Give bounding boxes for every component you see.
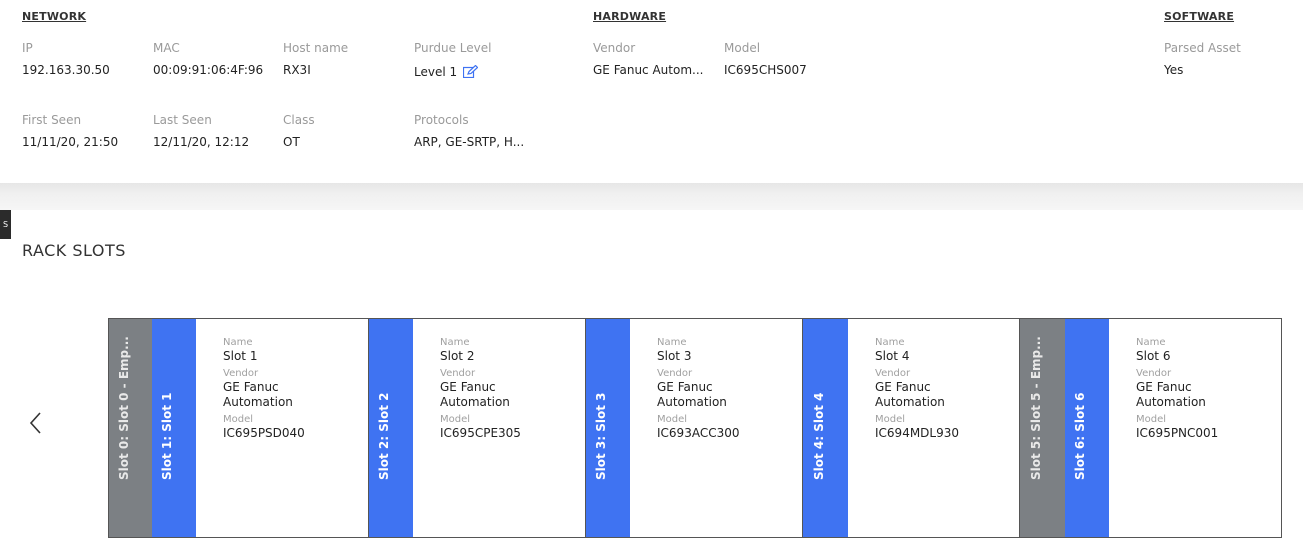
purdue-level-field: Purdue Level Level 1 — [414, 40, 544, 80]
slot-3-vendor-line2: Automation — [657, 395, 727, 409]
first-seen-label: First Seen — [22, 113, 82, 127]
slot-4-name: Slot 4 — [875, 349, 910, 363]
ip-label: IP — [22, 41, 33, 55]
slot-4-strip-label: Slot 4: Slot 4 — [811, 392, 826, 480]
parsed-asset-field: Parsed Asset Yes — [1164, 40, 1294, 78]
slot-0-strip[interactable]: Slot 0: Slot 0 - Emp... — [109, 319, 152, 537]
hw-vendor-field: Vendor GE Fanuc Autom... — [593, 40, 723, 78]
slot-6-model-label: Model — [1136, 414, 1167, 425]
slot-6-name: Slot 6 — [1136, 349, 1171, 363]
slot-2-model: IC695CPE305 — [440, 426, 521, 440]
host-name-field: Host name RX3I — [283, 40, 413, 78]
slot-3-strip-label: Slot 3: Slot 3 — [594, 392, 608, 480]
slot-1-card[interactable]: Name Slot 1 Vendor GE Fanuc Automation M… — [196, 319, 369, 537]
slot-3-card[interactable]: Name Slot 3 Vendor GE Fanuc Automation M… — [630, 319, 803, 537]
purdue-level-value: Level 1 — [414, 65, 458, 79]
asset-info-panel: NETWORK HARDWARE SOFTWARE IP 192.163.30.… — [0, 0, 1303, 183]
slot-4-vendor-line2: Automation — [875, 395, 945, 409]
slot-4-card[interactable]: Name Slot 4 Vendor GE Fanuc Automation M… — [848, 319, 1020, 537]
slot-4-model-label: Model — [875, 414, 906, 425]
slot-0-strip-label: Slot 0: Slot 0 - Emp... — [116, 336, 131, 480]
first-seen-value: 11/11/20, 21:50 — [22, 135, 119, 149]
slot-4-model: IC694MDL930 — [875, 426, 960, 440]
slot-3-vendor-line1: GE Fanuc — [657, 380, 713, 394]
slot-6-vendor-line2: Automation — [1136, 395, 1206, 409]
class-field: Class OT — [283, 112, 413, 150]
section-divider — [0, 183, 1303, 210]
slot-4-strip[interactable]: Slot 4: Slot 4 — [803, 319, 853, 537]
slot-6-card[interactable]: Name Slot 6 Vendor GE Fanuc Automation M… — [1109, 319, 1281, 537]
protocols-label: Protocols — [414, 113, 469, 127]
slot-4-vendor-line1: GE Fanuc — [875, 380, 931, 394]
slot-1-name-label: Name — [223, 337, 253, 348]
slot-2-strip-label: Slot 2: Slot 2 — [377, 392, 391, 480]
last-seen-label: Last Seen — [153, 113, 212, 127]
protocols-value: ARP, GE-SRTP, H... — [414, 135, 525, 149]
hw-model-field: Model IC695CHS007 — [724, 40, 854, 78]
mac-value: 00:09:91:06:4F:96 — [153, 63, 264, 77]
slot-1-strip[interactable]: Slot 1: Slot 1 — [152, 319, 201, 537]
slot-2-vendor-line1: GE Fanuc — [440, 380, 496, 394]
slot-3-strip[interactable]: Slot 3: Slot 3 — [586, 319, 635, 537]
slot-6-strip[interactable]: Slot 6: Slot 6 — [1065, 319, 1114, 537]
slot-2-name: Slot 2 — [440, 349, 475, 363]
parsed-asset-value: Yes — [1164, 63, 1184, 77]
slot-3-model: IC693ACC300 — [657, 426, 740, 440]
slot-1-vendor-line2: Automation — [223, 395, 293, 409]
slot-1-strip-label: Slot 1: Slot 1 — [160, 392, 174, 480]
hw-model-label: Model — [724, 41, 761, 55]
first-seen-field: First Seen 11/11/20, 21:50 — [22, 112, 152, 150]
rack-slots-title: RACK SLOTS — [22, 241, 126, 260]
edit-icon[interactable] — [463, 64, 479, 82]
ip-value: 192.163.30.50 — [22, 63, 110, 77]
slot-1-vendor-line1: GE Fanuc — [223, 380, 279, 394]
slot-4-name-label: Name — [875, 337, 905, 348]
purdue-level-label: Purdue Level — [414, 41, 492, 55]
slot-3-model-label: Model — [657, 414, 688, 425]
slot-2-vendor-label: Vendor — [440, 368, 476, 379]
slot-3-vendor-label: Vendor — [657, 368, 693, 379]
slot-2-name-label: Name — [440, 337, 470, 348]
mac-field: MAC 00:09:91:06:4F:96 — [153, 40, 283, 78]
side-tab[interactable]: S — [0, 210, 11, 239]
class-label: Class — [283, 113, 315, 127]
parsed-asset-label: Parsed Asset — [1164, 41, 1241, 55]
slot-1-model: IC695PSD040 — [223, 426, 305, 440]
slot-2-strip[interactable]: Slot 2: Slot 2 — [369, 319, 418, 537]
host-name-label: Host name — [283, 41, 349, 55]
slot-6-model: IC695PNC001 — [1136, 426, 1219, 440]
network-heading: NETWORK — [22, 10, 87, 23]
slot-2-model-label: Model — [440, 414, 471, 425]
slot-1-vendor-label: Vendor — [223, 368, 259, 379]
slot-1-name: Slot 1 — [223, 349, 258, 363]
protocols-field: Protocols ARP, GE-SRTP, H... — [414, 112, 544, 150]
mac-label: MAC — [153, 41, 180, 55]
slot-4-vendor-label: Vendor — [875, 368, 911, 379]
class-value: OT — [283, 135, 300, 149]
slot-2-card[interactable]: Name Slot 2 Vendor GE Fanuc Automation M… — [413, 319, 586, 537]
slot-3-name-label: Name — [657, 337, 687, 348]
slot-3-name: Slot 3 — [657, 349, 692, 363]
slot-5-strip-label: Slot 5: Slot 5 - Emp... — [1028, 336, 1043, 480]
slot-6-vendor-label: Vendor — [1136, 368, 1172, 379]
slot-1-model-label: Model — [223, 414, 254, 425]
ip-field: IP 192.163.30.50 — [22, 40, 152, 78]
hw-vendor-value: GE Fanuc Autom... — [593, 63, 704, 77]
slot-5-strip[interactable]: Slot 5: Slot 5 - Emp... — [1020, 319, 1065, 537]
hardware-heading: HARDWARE — [593, 10, 667, 23]
hw-vendor-label: Vendor — [593, 41, 636, 55]
purdue-level-row: Level 1 — [414, 64, 544, 80]
slot-6-name-label: Name — [1136, 337, 1166, 348]
last-seen-field: Last Seen 12/11/20, 12:12 — [153, 112, 283, 150]
hw-model-value: IC695CHS007 — [724, 63, 807, 77]
rack-slots-carousel: Slot 0: Slot 0 - Emp... Slot 1: Slot 1 N… — [108, 318, 1282, 538]
host-name-value: RX3I — [283, 63, 311, 77]
slot-2-vendor-line2: Automation — [440, 395, 510, 409]
last-seen-value: 12/11/20, 12:12 — [153, 135, 250, 149]
slot-6-vendor-line1: GE Fanuc — [1136, 380, 1192, 394]
slot-6-strip-label: Slot 6: Slot 6 — [1073, 392, 1087, 480]
software-heading: SOFTWARE — [1164, 10, 1235, 23]
previous-arrow-icon[interactable] — [26, 410, 46, 436]
